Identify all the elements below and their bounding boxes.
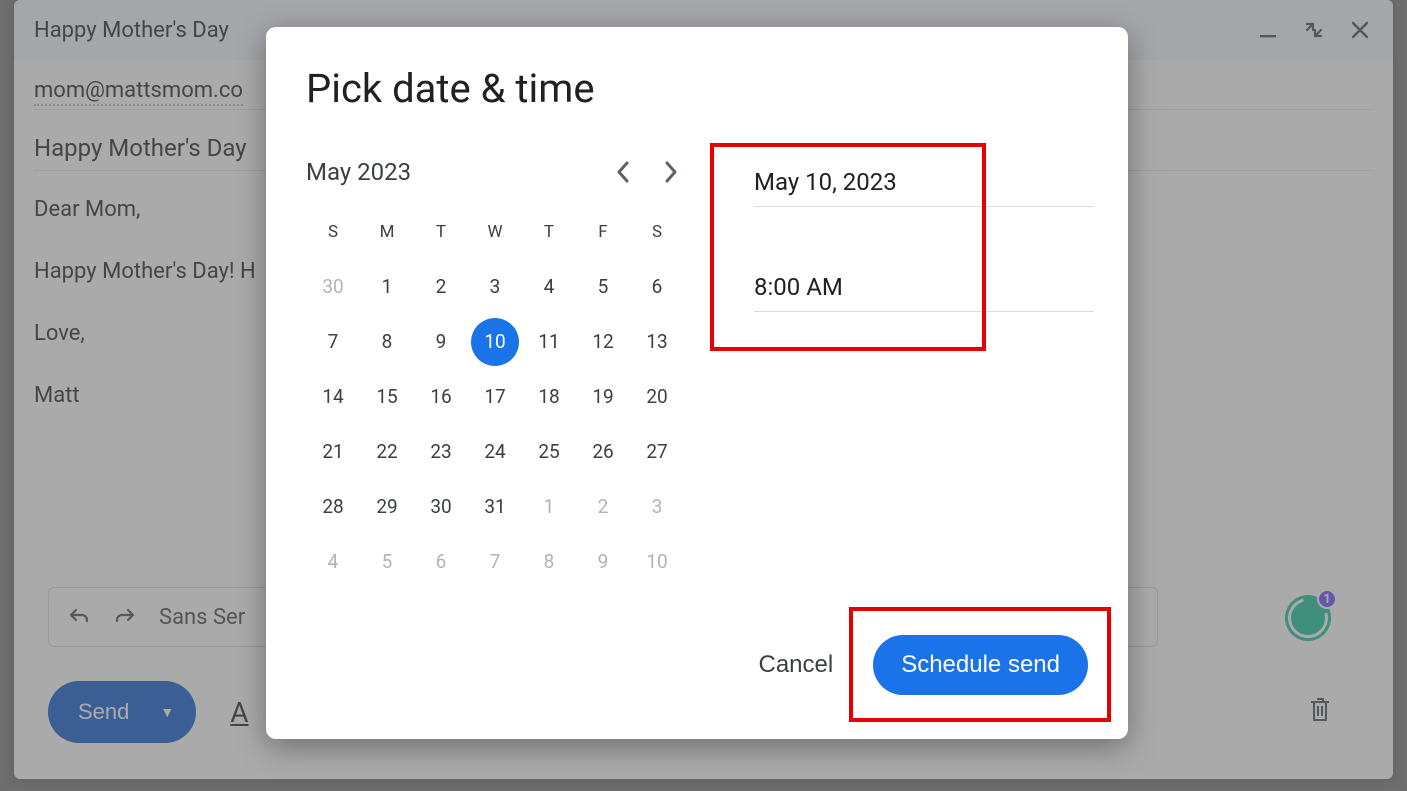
- calendar-day[interactable]: 21: [306, 424, 360, 479]
- calendar-dow: W: [468, 204, 522, 259]
- calendar-day[interactable]: 1: [522, 479, 576, 534]
- calendar-dow: F: [576, 204, 630, 259]
- calendar-day[interactable]: 20: [630, 369, 684, 424]
- calendar-day[interactable]: 4: [522, 259, 576, 314]
- calendar-day[interactable]: 28: [306, 479, 360, 534]
- calendar-day[interactable]: 2: [414, 259, 468, 314]
- calendar-day[interactable]: 3: [630, 479, 684, 534]
- date-input[interactable]: May 10, 2023: [754, 162, 1094, 207]
- calendar-day[interactable]: 9: [414, 314, 468, 369]
- calendar-day[interactable]: 5: [360, 534, 414, 589]
- calendar-day[interactable]: 1: [360, 259, 414, 314]
- calendar-day[interactable]: 2: [576, 479, 630, 534]
- calendar-dow: T: [414, 204, 468, 259]
- calendar-day[interactable]: 3: [468, 259, 522, 314]
- calendar-day[interactable]: 12: [576, 314, 630, 369]
- calendar-day[interactable]: 6: [414, 534, 468, 589]
- schedule-modal: Pick date & time May 2023 SMTWTFS3012345…: [266, 27, 1128, 739]
- calendar-day[interactable]: 31: [468, 479, 522, 534]
- calendar-day[interactable]: 4: [306, 534, 360, 589]
- next-month-icon[interactable]: [664, 161, 678, 183]
- calendar-day[interactable]: 5: [576, 259, 630, 314]
- calendar-day[interactable]: 30: [306, 259, 360, 314]
- calendar-dow: M: [360, 204, 414, 259]
- datetime-fields: May 10, 2023 8:00 AM: [684, 158, 1094, 589]
- calendar-day[interactable]: 14: [306, 369, 360, 424]
- calendar-day[interactable]: 30: [414, 479, 468, 534]
- time-input[interactable]: 8:00 AM: [754, 267, 1094, 312]
- modal-title: Pick date & time: [306, 65, 1088, 112]
- calendar-day[interactable]: 17: [468, 369, 522, 424]
- calendar-day[interactable]: 10: [630, 534, 684, 589]
- calendar-day[interactable]: 24: [468, 424, 522, 479]
- calendar-day[interactable]: 9: [576, 534, 630, 589]
- calendar-day[interactable]: 11: [522, 314, 576, 369]
- calendar-day[interactable]: 8: [360, 314, 414, 369]
- calendar: May 2023 SMTWTFS301234567891011121314151…: [306, 158, 684, 589]
- calendar-dow: S: [630, 204, 684, 259]
- calendar-day[interactable]: 18: [522, 369, 576, 424]
- calendar-day[interactable]: 22: [360, 424, 414, 479]
- calendar-day[interactable]: 7: [468, 534, 522, 589]
- calendar-day[interactable]: 23: [414, 424, 468, 479]
- calendar-dow: S: [306, 204, 360, 259]
- calendar-day[interactable]: 15: [360, 369, 414, 424]
- prev-month-icon[interactable]: [616, 161, 630, 183]
- calendar-day[interactable]: 13: [630, 314, 684, 369]
- calendar-day[interactable]: 8: [522, 534, 576, 589]
- calendar-day[interactable]: 29: [360, 479, 414, 534]
- calendar-grid: SMTWTFS301234567891011121314151617181920…: [306, 204, 684, 589]
- calendar-day[interactable]: 16: [414, 369, 468, 424]
- calendar-day[interactable]: 7: [306, 314, 360, 369]
- calendar-day[interactable]: 10: [471, 318, 519, 366]
- calendar-month-label: May 2023: [306, 158, 411, 186]
- calendar-day[interactable]: 6: [630, 259, 684, 314]
- calendar-dow: T: [522, 204, 576, 259]
- schedule-send-button[interactable]: Schedule send: [873, 635, 1088, 695]
- calendar-day[interactable]: 26: [576, 424, 630, 479]
- calendar-day[interactable]: 19: [576, 369, 630, 424]
- calendar-day[interactable]: 25: [522, 424, 576, 479]
- cancel-button[interactable]: Cancel: [758, 651, 833, 679]
- calendar-day[interactable]: 27: [630, 424, 684, 479]
